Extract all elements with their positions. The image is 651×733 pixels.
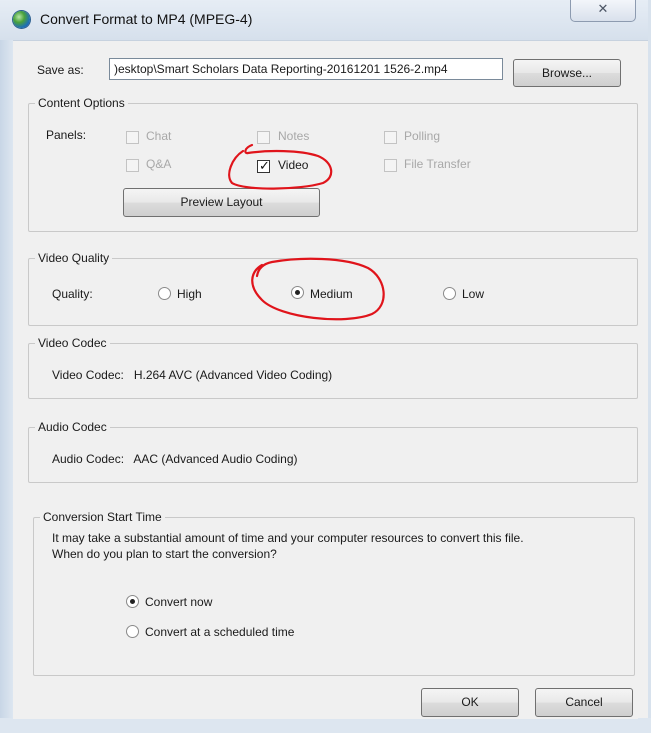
convert-scheduled-label: Convert at a scheduled time <box>145 625 295 639</box>
quality-low-radio[interactable] <box>443 287 456 300</box>
audio-codec-value: Audio Codec: AAC (Advanced Audio Coding) <box>52 452 298 466</box>
title-bar[interactable]: Convert Format to MP4 (MPEG-4) ✕ <box>0 0 651 41</box>
ok-button[interactable]: OK <box>421 688 519 717</box>
window-frame-left <box>0 40 13 733</box>
quality-high-label: High <box>177 287 202 301</box>
file-transfer-checkbox[interactable] <box>384 159 397 172</box>
quality-label: Quality: <box>52 287 93 301</box>
close-button[interactable]: ✕ <box>570 0 636 22</box>
video-label: Video <box>278 158 309 172</box>
radio-selected-dot <box>130 599 135 604</box>
content-options-group: Content Options <box>28 96 638 232</box>
notes-checkbox[interactable] <box>257 131 270 144</box>
video-codec-value: Video Codec: H.264 AVC (Advanced Video C… <box>52 368 333 382</box>
quality-low-label: Low <box>462 287 485 301</box>
audio-codec-legend: Audio Codec <box>35 420 110 434</box>
polling-checkbox[interactable] <box>384 131 397 144</box>
radio-selected-dot <box>295 290 300 295</box>
video-quality-legend: Video Quality <box>35 251 113 265</box>
convert-now-radio[interactable] <box>126 595 139 608</box>
dialog-window: Convert Format to MP4 (MPEG-4) ✕ Save as… <box>0 0 651 733</box>
convert-now-label: Convert now <box>145 595 213 609</box>
chat-label: Chat <box>146 129 172 143</box>
conversion-start-legend: Conversion Start Time <box>40 510 165 524</box>
window-frame-bottom <box>0 718 651 733</box>
content-options-legend: Content Options <box>35 96 128 110</box>
conversion-message-line1: It may take a substantial amount of time… <box>52 531 524 545</box>
chat-checkbox[interactable] <box>126 131 139 144</box>
checkmark-icon: ✓ <box>259 158 270 173</box>
convert-scheduled-radio[interactable] <box>126 625 139 638</box>
window-title: Convert Format to MP4 (MPEG-4) <box>40 11 253 27</box>
conversion-message-line2: When do you plan to start the conversion… <box>52 547 277 561</box>
qa-label: Q&A <box>146 157 172 171</box>
video-checkbox[interactable]: ✓ <box>257 158 270 173</box>
video-codec-legend: Video Codec <box>35 336 110 350</box>
cancel-button[interactable]: Cancel <box>535 688 633 717</box>
quality-high-radio[interactable] <box>158 287 171 300</box>
browse-button[interactable]: Browse... <box>513 59 621 87</box>
polling-label: Polling <box>404 129 441 143</box>
save-as-label: Save as: <box>37 63 84 77</box>
quality-medium-label: Medium <box>310 287 353 301</box>
file-transfer-label: File Transfer <box>404 157 471 171</box>
globe-icon <box>13 11 30 28</box>
notes-label: Notes <box>278 129 310 143</box>
qa-checkbox[interactable] <box>126 159 139 172</box>
panels-label: Panels: <box>46 128 87 142</box>
quality-medium-radio[interactable] <box>291 286 304 299</box>
preview-layout-button[interactable]: Preview Layout <box>123 188 320 217</box>
save-as-field[interactable]: )esktop\Smart Scholars Data Reporting-20… <box>109 58 503 80</box>
